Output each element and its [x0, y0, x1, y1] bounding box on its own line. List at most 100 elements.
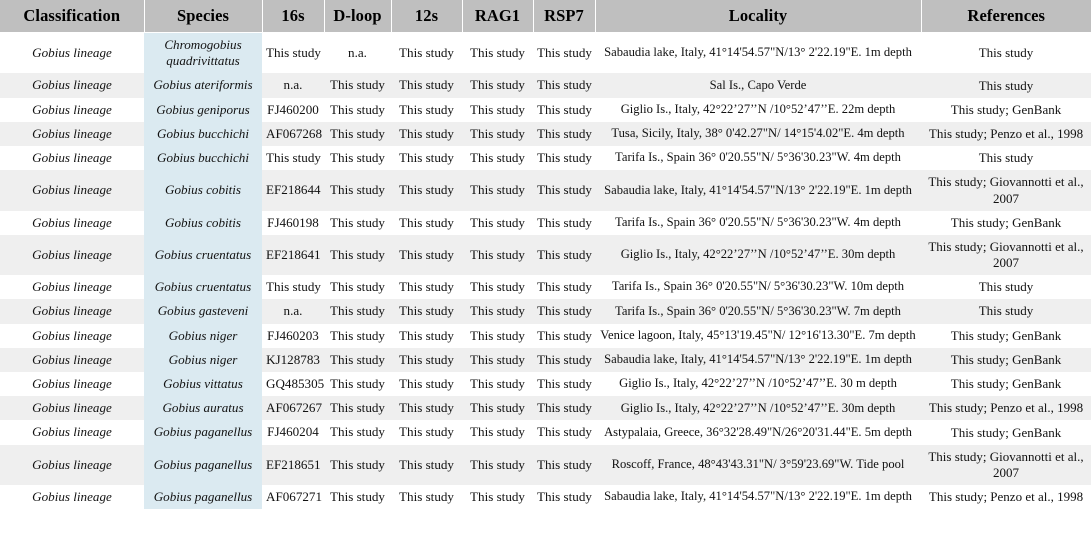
cell-locality: Giglio Is., Italy, 42°22’27’’N /10°52’47… — [595, 372, 921, 397]
table-row: Gobius lineage Gobius cruentatus This stud… — [0, 275, 1091, 300]
table-row: Gobius lineage Gobius geniporus FJ460200 Th… — [0, 97, 1091, 122]
cell-dloop: This study — [324, 275, 391, 300]
cell-classification: Gobius lineage — [0, 275, 144, 300]
table-row: Gobius lineage Gobius paganellus AF067271 T… — [0, 484, 1091, 510]
cell-m16s: FJ460198 — [262, 210, 324, 235]
cell-species: Gobius cobitis — [144, 210, 262, 235]
cell-rsp7: This study — [533, 444, 595, 485]
cell-species: Gobius cobitis — [144, 170, 262, 211]
table-row: Gobius lineage Gobius cobitis EF218644 This… — [0, 170, 1091, 211]
cell-dloop: This study — [324, 146, 391, 171]
cell-species: Gobius geniporus — [144, 97, 262, 122]
cell-m12s: This study — [391, 396, 462, 421]
cell-rsp7: This study — [533, 372, 595, 397]
cell-dloop: This study — [324, 347, 391, 373]
cell-m16s: This study — [262, 32, 324, 74]
cell-classification: Gobius lineage — [0, 299, 144, 324]
cell-m16s: n.a. — [262, 299, 324, 324]
cell-locality: Sabaudia lake, Italy, 41°14'54.57"N/13° … — [595, 170, 921, 211]
cell-rsp7: This study — [533, 97, 595, 122]
cell-locality: Tarifa Is., Spain 36° 0'20.55"N/ 5°36'30… — [595, 146, 921, 171]
cell-classification: Gobius lineage — [0, 323, 144, 348]
cell-rag1: This study — [462, 444, 533, 485]
column-header-rsp7: RSP7 — [533, 0, 596, 33]
cell-dloop: This study — [324, 170, 391, 211]
cell-rsp7: This study — [533, 32, 595, 74]
cell-classification: Gobius lineage — [0, 484, 144, 510]
cell-rsp7: This study — [533, 323, 595, 348]
table-row: Gobius lineage Gobius cobitis FJ460198 This… — [0, 210, 1091, 235]
specimen-table: Classification Species 16s D-loop 12s RA… — [0, 0, 1091, 510]
cell-m16s: This study — [262, 275, 324, 300]
cell-species: Chromogobius quadrivittatus — [144, 32, 262, 74]
cell-locality: Astypalaia, Greece, 36°32'28.49"N/26°20'… — [595, 420, 921, 445]
cell-references: This study — [921, 32, 1091, 74]
cell-m16s: n.a. — [262, 73, 324, 98]
cell-rag1: This study — [462, 347, 533, 373]
cell-m16s: FJ460204 — [262, 420, 324, 445]
cell-m12s: This study — [391, 323, 462, 348]
table-row: Gobius lineage Gobius bucchichi This study… — [0, 146, 1091, 171]
cell-references: This study; GenBank — [921, 210, 1091, 235]
column-header-locality: Locality — [595, 0, 922, 33]
cell-m16s: AF067268 — [262, 121, 324, 147]
cell-locality: Sabaudia lake, Italy, 41°14'54.57"N/13° … — [595, 347, 921, 373]
cell-rsp7: This study — [533, 121, 595, 147]
cell-m16s: This study — [262, 146, 324, 171]
table-row: Gobius lineage Gobius ateriformis n.a. This… — [0, 73, 1091, 98]
cell-classification: Gobius lineage — [0, 234, 144, 276]
cell-m12s: This study — [391, 299, 462, 324]
cell-rsp7: This study — [533, 146, 595, 171]
cell-m12s: This study — [391, 32, 462, 74]
cell-rsp7: This study — [533, 396, 595, 421]
cell-classification: Gobius lineage — [0, 420, 144, 445]
table-header: Classification Species 16s D-loop 12s RA… — [0, 0, 1091, 33]
column-header-16s: 16s — [262, 0, 325, 33]
cell-locality: Roscoff, France, 48°43'43.31"N/ 3°59'23.… — [595, 444, 921, 485]
cell-dloop: This study — [324, 299, 391, 324]
cell-dloop: n.a. — [324, 32, 391, 74]
cell-references: This study — [921, 146, 1091, 171]
cell-m12s: This study — [391, 275, 462, 300]
cell-species: Gobius paganellus — [144, 484, 262, 510]
cell-dloop: This study — [324, 484, 391, 510]
cell-references: This study; GenBank — [921, 372, 1091, 397]
cell-rag1: This study — [462, 121, 533, 147]
cell-m12s: This study — [391, 484, 462, 510]
cell-rag1: This study — [462, 299, 533, 324]
cell-references: This study; Penzo et al., 1998 — [921, 121, 1091, 147]
table-body: Gobius lineage Chromogobius quadrivittatu… — [0, 32, 1091, 510]
cell-references: This study; GenBank — [921, 97, 1091, 122]
cell-m12s: This study — [391, 372, 462, 397]
table-row: Gobius lineage Gobius cruentatus EF218641 T… — [0, 234, 1091, 276]
cell-species: Gobius bucchichi — [144, 121, 262, 147]
cell-references: This study; Penzo et al., 1998 — [921, 484, 1091, 510]
cell-dloop: This study — [324, 323, 391, 348]
cell-rag1: This study — [462, 32, 533, 74]
cell-species: Gobius cruentatus — [144, 234, 262, 276]
column-header-species: Species — [144, 0, 263, 33]
cell-rag1: This study — [462, 73, 533, 98]
cell-references: This study; Giovannotti et al., 2007 — [921, 444, 1091, 485]
table-row: Gobius lineage Gobius paganellus EF218651 T… — [0, 444, 1091, 485]
cell-m16s: FJ460203 — [262, 323, 324, 348]
cell-rag1: This study — [462, 396, 533, 421]
cell-rag1: This study — [462, 372, 533, 397]
cell-classification: Gobius lineage — [0, 121, 144, 147]
cell-dloop: This study — [324, 234, 391, 276]
cell-m16s: GQ485305 — [262, 372, 324, 397]
table-sheet: Classification Species 16s D-loop 12s RA… — [0, 0, 1091, 553]
cell-m12s: This study — [391, 210, 462, 235]
cell-species: Gobius paganellus — [144, 444, 262, 485]
cell-classification: Gobius lineage — [0, 210, 144, 235]
cell-m12s: This study — [391, 234, 462, 276]
cell-classification: Gobius lineage — [0, 73, 144, 98]
cell-m12s: This study — [391, 420, 462, 445]
cell-locality: Tusa, Sicily, Italy, 38° 0'42.27"N/ 14°1… — [595, 121, 921, 147]
cell-species: Gobius cruentatus — [144, 275, 262, 300]
cell-dloop: This study — [324, 372, 391, 397]
cell-m16s: EF218644 — [262, 170, 324, 211]
cell-locality: Tarifa Is., Spain 36° 0'20.55"N/ 5°36'30… — [595, 275, 921, 300]
cell-species: Gobius niger — [144, 323, 262, 348]
cell-m16s: AF067271 — [262, 484, 324, 510]
